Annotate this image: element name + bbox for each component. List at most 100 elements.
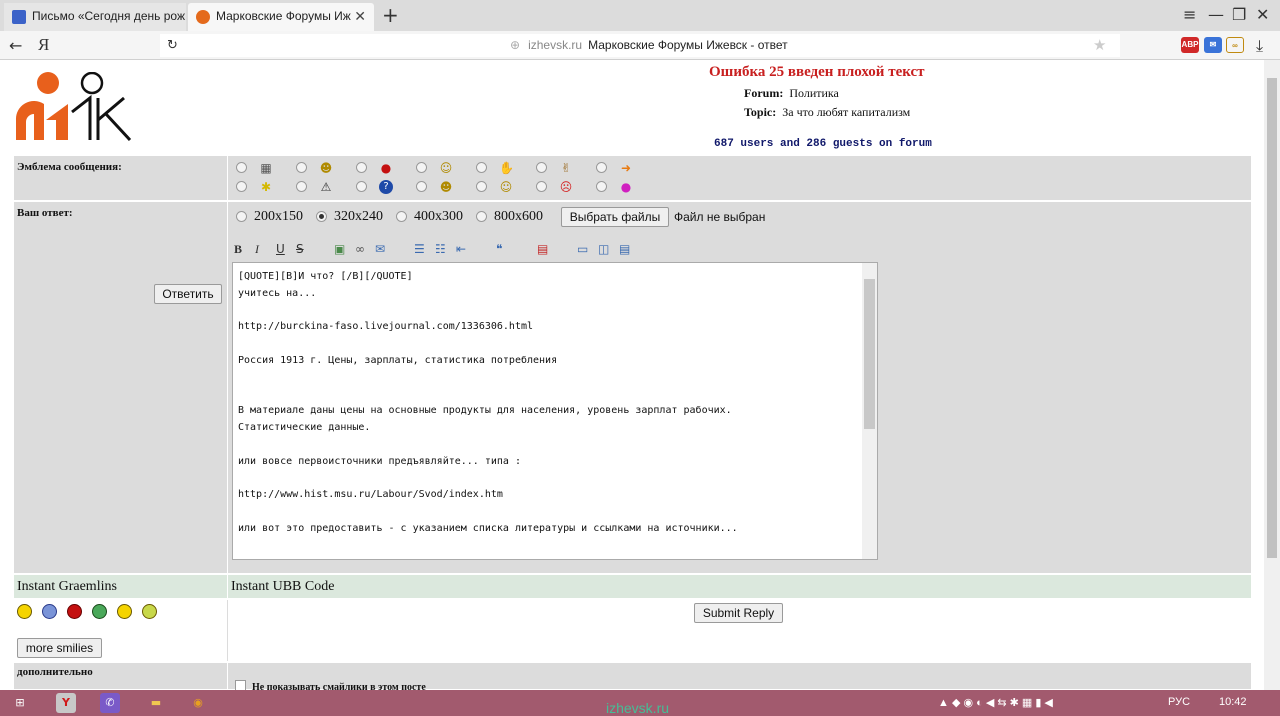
emblem-radio[interactable]	[416, 181, 427, 192]
column-divider	[227, 202, 228, 573]
calculator-icon: ▦	[260, 161, 272, 175]
chrome-icon[interactable]: ◉	[188, 693, 208, 713]
clock[interactable]: 10:42	[1219, 696, 1247, 708]
language-indicator[interactable]: РУС	[1168, 696, 1190, 708]
instant-header-row: Instant Graemlins Instant UBB Code	[14, 575, 1251, 599]
emblem-radio[interactable]	[476, 162, 487, 173]
emblem-radio[interactable]	[296, 181, 307, 192]
layout-3-icon[interactable]: ▤	[619, 242, 630, 256]
emblem-radio[interactable]	[236, 162, 247, 173]
emblem-radio[interactable]	[536, 181, 547, 192]
size-radio-400[interactable]	[396, 211, 407, 222]
choose-files-button[interactable]: Выбрать файлы	[561, 207, 669, 227]
url-title: Марковские Форумы Ижевск - ответ	[588, 38, 788, 52]
emblem-radio[interactable]	[596, 181, 607, 192]
tongue-graemlin-icon[interactable]	[142, 604, 157, 619]
tab-mail-title: Письмо «Сегодня день рож	[32, 9, 185, 23]
no-smilies-checkbox[interactable]	[235, 680, 246, 690]
size-radio-320[interactable]	[316, 211, 327, 222]
online-count: 687 users and 286 guests on forum	[714, 138, 932, 150]
bold-button[interactable]: B	[234, 242, 242, 257]
emblem-radio[interactable]	[536, 162, 547, 173]
tab-mail[interactable]: Письмо «Сегодня день рож	[4, 3, 186, 31]
italic-button[interactable]: I	[255, 242, 259, 257]
error-message: Ошибка 25 введен плохой текст	[709, 64, 925, 80]
adblock-icon[interactable]: ABP	[1181, 37, 1199, 53]
back-icon[interactable]: ←	[9, 36, 22, 55]
minimize-icon[interactable]: —	[1208, 5, 1224, 24]
column-divider	[227, 600, 228, 661]
image-icon[interactable]: ▣	[334, 242, 345, 256]
emblem-radio[interactable]	[596, 162, 607, 173]
tab-bar: Письмо «Сегодня день рож Марковские Фору…	[0, 0, 1280, 31]
page-scrollbar[interactable]	[1264, 60, 1280, 690]
viber-icon[interactable]: ✆	[100, 693, 120, 713]
download-icon[interactable]: ⤓	[1256, 36, 1263, 56]
emblem-radio[interactable]	[476, 181, 487, 192]
extra-label: дополнительно	[17, 666, 93, 678]
textarea-scrollbar[interactable]	[862, 263, 877, 559]
textarea-scroll-thumb[interactable]	[864, 279, 875, 429]
outdent-icon[interactable]: ⇤	[456, 242, 466, 256]
arrow-right-icon: ➜	[620, 161, 632, 175]
topic-label: Topic:	[744, 105, 777, 119]
emblem-radio[interactable]	[356, 162, 367, 173]
wink-graemlin-icon[interactable]	[117, 604, 132, 619]
submit-reply-button[interactable]: Submit Reply	[694, 603, 783, 623]
reload-icon[interactable]: ↻	[167, 38, 178, 53]
numbered-list-icon[interactable]: ☷	[435, 242, 446, 256]
mail-ext-icon[interactable]: ✉	[1204, 37, 1222, 53]
tab-forum[interactable]: Марковские Форумы Иж ✕	[188, 3, 374, 31]
mad-graemlin-icon[interactable]	[67, 604, 82, 619]
size-radio-200[interactable]	[236, 211, 247, 222]
link-icon[interactable]: ∞	[355, 242, 365, 256]
smile-icon: ☺	[439, 161, 453, 175]
lightbulb-icon: ✱	[260, 180, 272, 194]
menu-icon[interactable]: ≡	[1183, 5, 1196, 24]
yandex-browser-icon[interactable]: Y	[56, 693, 76, 713]
emblem-radio[interactable]	[296, 162, 307, 173]
emblem-radio[interactable]	[356, 181, 367, 192]
emblem-radio[interactable]	[416, 162, 427, 173]
forum-favicon-icon	[196, 10, 210, 24]
smilies-row: more smilies Submit Reply	[14, 600, 1251, 662]
underline-button[interactable]: U	[276, 242, 285, 256]
layout-1-icon[interactable]: ▭	[577, 242, 588, 256]
windows-start-icon[interactable]: ⊞	[10, 693, 30, 713]
folder-icon[interactable]: ▬	[146, 693, 166, 713]
grin-icon: ☻	[319, 161, 333, 175]
email-icon[interactable]: ✉	[375, 242, 385, 256]
laugh-graemlin-icon[interactable]	[92, 604, 107, 619]
close-tab-icon[interactable]: ✕	[354, 8, 366, 25]
bookmark-star-icon[interactable]: ★	[1093, 36, 1106, 54]
smile-graemlin-icon[interactable]	[17, 604, 32, 619]
ubb-label: Instant UBB Code	[231, 579, 335, 594]
layout-2-icon[interactable]: ◫	[598, 242, 609, 256]
page-scroll-thumb[interactable]	[1267, 78, 1277, 558]
red-dot-icon: ●	[380, 161, 392, 175]
new-tab-button[interactable]: +	[382, 3, 399, 27]
size-label-400: 400x300	[414, 209, 463, 224]
quote-icon[interactable]: ❝	[496, 242, 502, 256]
address-bar: ← Я ↻ ⊕ izhevsk.ru Марковские Форумы Ижевс…	[0, 31, 1280, 60]
tray-icons[interactable]: ▲ ◆ ◉ ◐ ◀ ⇆ ✱ ▦ ▮ ◀	[938, 696, 1053, 709]
sad-graemlin-icon[interactable]	[42, 604, 57, 619]
bike-ext-icon[interactable]: ∞	[1226, 37, 1244, 53]
topic-link[interactable]: За что любят капитализм	[782, 105, 910, 119]
size-radio-800[interactable]	[476, 211, 487, 222]
close-window-icon[interactable]: ✕	[1256, 5, 1269, 24]
calendar-icon[interactable]: ▤	[537, 242, 548, 256]
reply-row: Ваш ответ: Ответить 200x150 320x240 400x…	[14, 202, 1251, 574]
reply-button[interactable]: Ответить	[154, 284, 222, 304]
message-textarea[interactable]: [QUOTE][B]И что? [/B][/QUOTE] учитесь на…	[232, 262, 878, 560]
more-smilies-button[interactable]: more smilies	[17, 638, 102, 658]
restore-icon[interactable]: ❐	[1232, 5, 1246, 24]
emblem-radio[interactable]	[236, 181, 247, 192]
yandex-icon[interactable]: Я	[38, 35, 49, 55]
taskbar: ⊞ Y ✆ ▬ ◉ izhevsk.ru ▲ ◆ ◉ ◐ ◀ ⇆ ✱ ▦ ▮ ◀…	[0, 690, 1280, 716]
bullet-list-icon[interactable]: ☰	[414, 242, 425, 256]
happy-icon: ☺	[499, 180, 513, 194]
forum-link[interactable]: Политика	[789, 86, 839, 100]
strike-button[interactable]: S	[296, 242, 304, 256]
watermark: izhevsk.ru	[606, 700, 670, 716]
